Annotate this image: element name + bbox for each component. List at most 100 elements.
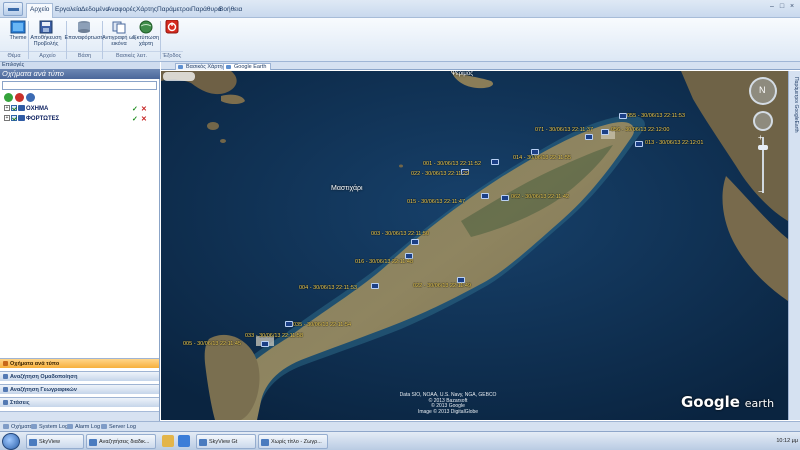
vehicle-marker[interactable] [635, 141, 643, 147]
vehicle-marker[interactable] [481, 193, 489, 199]
vehicle-marker[interactable] [411, 239, 419, 245]
save-view-label: Αποθήκευση Προβολής [30, 35, 62, 47]
browser-icon[interactable] [178, 435, 190, 447]
check-all-icon[interactable] [4, 93, 13, 102]
taskbar-app-skyview-gt[interactable]: SkyView Gt [196, 434, 256, 449]
vehicle-label: 071 - 30/06/13 22:11:37 [535, 127, 594, 133]
taskbar-app-search[interactable]: Αναζητήσεις διαδικ... [86, 434, 156, 449]
refresh-icon[interactable] [26, 93, 35, 102]
vehicle-panel: Επιλογές Οχήματα ανά τύπο + ΟΧΗΜΑ ✓ ✕ + ΦΟΡ… [0, 62, 160, 421]
vehicle-label: 035 - 30/06/13 22:11:54 [293, 322, 352, 328]
bottom-tab-vehicles-by-type[interactable]: Οχήματα ανά τύπο [0, 358, 159, 368]
vehicle-label: 056 - 30/06/13 22:12:00 [611, 127, 670, 133]
attribution-line: Image © 2013 DigitalGlobe [417, 408, 479, 415]
tab-google-earth[interactable]: Google Earth [223, 63, 272, 70]
reload-button[interactable]: Επαναφόρτωση [64, 20, 104, 50]
group-label-file: Αρχείο [29, 51, 66, 60]
vehicle-label: 004 - 30/06/13 22:11:53 [299, 285, 358, 291]
pan-control-icon[interactable] [753, 111, 773, 131]
google-earth-settings-panel[interactable]: Παράμετροι GoogleEarth [788, 71, 800, 420]
vehicle-marker[interactable] [501, 195, 509, 201]
save-icon [39, 20, 53, 34]
tab-vehicles-log[interactable]: Οχήματα [2, 423, 33, 431]
vehicle-group-icon [18, 115, 25, 122]
save-view-button[interactable]: Αποθήκευση Προβολής [26, 20, 66, 50]
node-checkbox[interactable] [11, 105, 17, 112]
place-label-mastichari: Μαστιχάρι [331, 185, 363, 192]
bottom-tab-geo-search[interactable]: Αναζήτηση Γεωγραφικών [0, 384, 159, 394]
logo-main: Google [681, 393, 740, 411]
bottom-tab-stops[interactable]: Στάσεις [0, 397, 159, 407]
vehicle-label: 022 - 30/06/13 22:11:49 [413, 283, 472, 289]
reload-label: Επαναφόρτωση [64, 35, 104, 41]
cross-icon[interactable]: ✕ [141, 105, 147, 114]
vehicle-marker[interactable] [491, 159, 499, 165]
tab-alarm-log[interactable]: Alarm Log [66, 423, 100, 431]
expand-icon[interactable]: + [4, 105, 10, 112]
app-menu-button[interactable] [3, 2, 23, 16]
taskbar-app-paint[interactable]: Χωρίς τίτλο - Ζωγρ... [258, 434, 328, 449]
tree-node-label: ΦΟΡΤΩΤΕΣ [26, 116, 60, 122]
bottom-tab-group-search[interactable]: Αναζήτηση Ομαδοποίηση [0, 371, 159, 381]
vehicle-label: 055 - 30/06/13 22:11:53 [627, 113, 686, 119]
app-menu-icon [8, 8, 19, 11]
cross-icon[interactable]: ✕ [141, 115, 147, 124]
vehicle-label: 015 - 30/06/13 22:11:47 [407, 199, 466, 205]
tab-help[interactable]: Βοήθεια [216, 4, 245, 18]
tree-node-vehicle[interactable]: + ΟΧΗΜΑ ✓ ✕ [4, 105, 154, 114]
vehicle-search-input[interactable] [2, 81, 157, 90]
ribbon-body: Theme Αποθήκευση Προβολής Επαναφόρτωση Α… [0, 18, 800, 62]
vehicle-marker[interactable] [261, 341, 269, 347]
panel-header: Επιλογές [0, 62, 160, 69]
tab-server-log[interactable]: Server Log [100, 423, 136, 431]
vehicle-label: 003 - 30/06/13 22:11:50 [371, 231, 430, 237]
group-label-base: Βάση [67, 51, 102, 60]
google-earth-logo: Google earth [681, 393, 774, 411]
tree-node-loaders[interactable]: + ΦΟΡΤΩΤΕΣ ✓ ✕ [4, 115, 154, 124]
database-icon [78, 21, 90, 33]
restore-icon[interactable]: □ [778, 3, 786, 11]
vehicle-marker[interactable] [601, 129, 609, 135]
vehicle-label: 005 - 30/06/13 22:11:45 [183, 341, 242, 347]
check-icon[interactable]: ✓ [132, 105, 138, 114]
tab-basic-map[interactable]: Βασικός Χάρτης [175, 63, 231, 70]
ribbon-tab-bar: Αρχείο Εργαλεία Δεδομένα Αναφορές Χάρτης… [0, 0, 800, 18]
panel-footer [0, 411, 159, 421]
vehicle-marker[interactable] [371, 283, 379, 289]
exit-button[interactable] [152, 20, 192, 50]
uncheck-all-icon[interactable] [15, 93, 24, 102]
vehicle-label: 014 - 30/06/13 22:11:55 [513, 155, 572, 161]
vehicle-label: 001 - 30/06/13 22:11:52 [423, 161, 482, 167]
vehicle-label: 016 - 30/06/13 22:11:48 [355, 259, 414, 265]
taskbar-app-skyview[interactable]: SkyView [26, 434, 84, 449]
logo-suffix: earth [744, 397, 775, 410]
zoom-out-icon[interactable]: − [758, 187, 763, 196]
expand-icon[interactable]: + [4, 115, 10, 122]
map-toolbar[interactable] [163, 72, 195, 81]
close-icon[interactable]: × [788, 3, 796, 11]
vehicle-label: 013 - 30/06/13 22:12:01 [645, 140, 704, 146]
vehicle-label: 022 - 30/06/13 22:11:29 [411, 171, 470, 177]
vehicle-marker[interactable] [585, 134, 593, 140]
group-label-exit: Έξοδος [161, 51, 183, 59]
compass-ring-icon[interactable]: N [749, 77, 777, 105]
start-button-icon[interactable] [2, 433, 20, 450]
satellite-imagery [161, 71, 788, 420]
windows-taskbar: SkyView Αναζητήσεις διαδικ... SkyView Gt… [0, 431, 800, 450]
tab-system-log[interactable]: System Log [30, 423, 68, 431]
document-tab-bar: Βασικός Χάρτης Google Earth [161, 62, 800, 70]
panel-toolbar [2, 93, 157, 103]
map-attribution: Data SIO, NOAA, U.S. Navy, NGA, GEBCO © … [393, 392, 503, 415]
group-label-theme: Θέμα [0, 51, 28, 60]
check-icon[interactable]: ✓ [132, 115, 138, 124]
vehicle-marker[interactable] [619, 113, 627, 119]
node-checkbox[interactable] [11, 115, 17, 122]
zoom-slider-thumb[interactable] [758, 145, 768, 150]
folder-icon[interactable] [162, 435, 174, 447]
vehicle-marker[interactable] [285, 321, 293, 327]
log-tab-bar: Οχήματα System Log Alarm Log Server Log [0, 421, 800, 431]
minimize-icon[interactable]: – [768, 3, 776, 11]
tab-file[interactable]: Αρχείο [26, 3, 54, 18]
google-earth-map[interactable]: Μαστιχάρι Ψέριμος 055 - 30/06/13 22:11:5… [161, 71, 788, 420]
system-tray-clock[interactable]: 10:12 μμ [718, 435, 798, 448]
